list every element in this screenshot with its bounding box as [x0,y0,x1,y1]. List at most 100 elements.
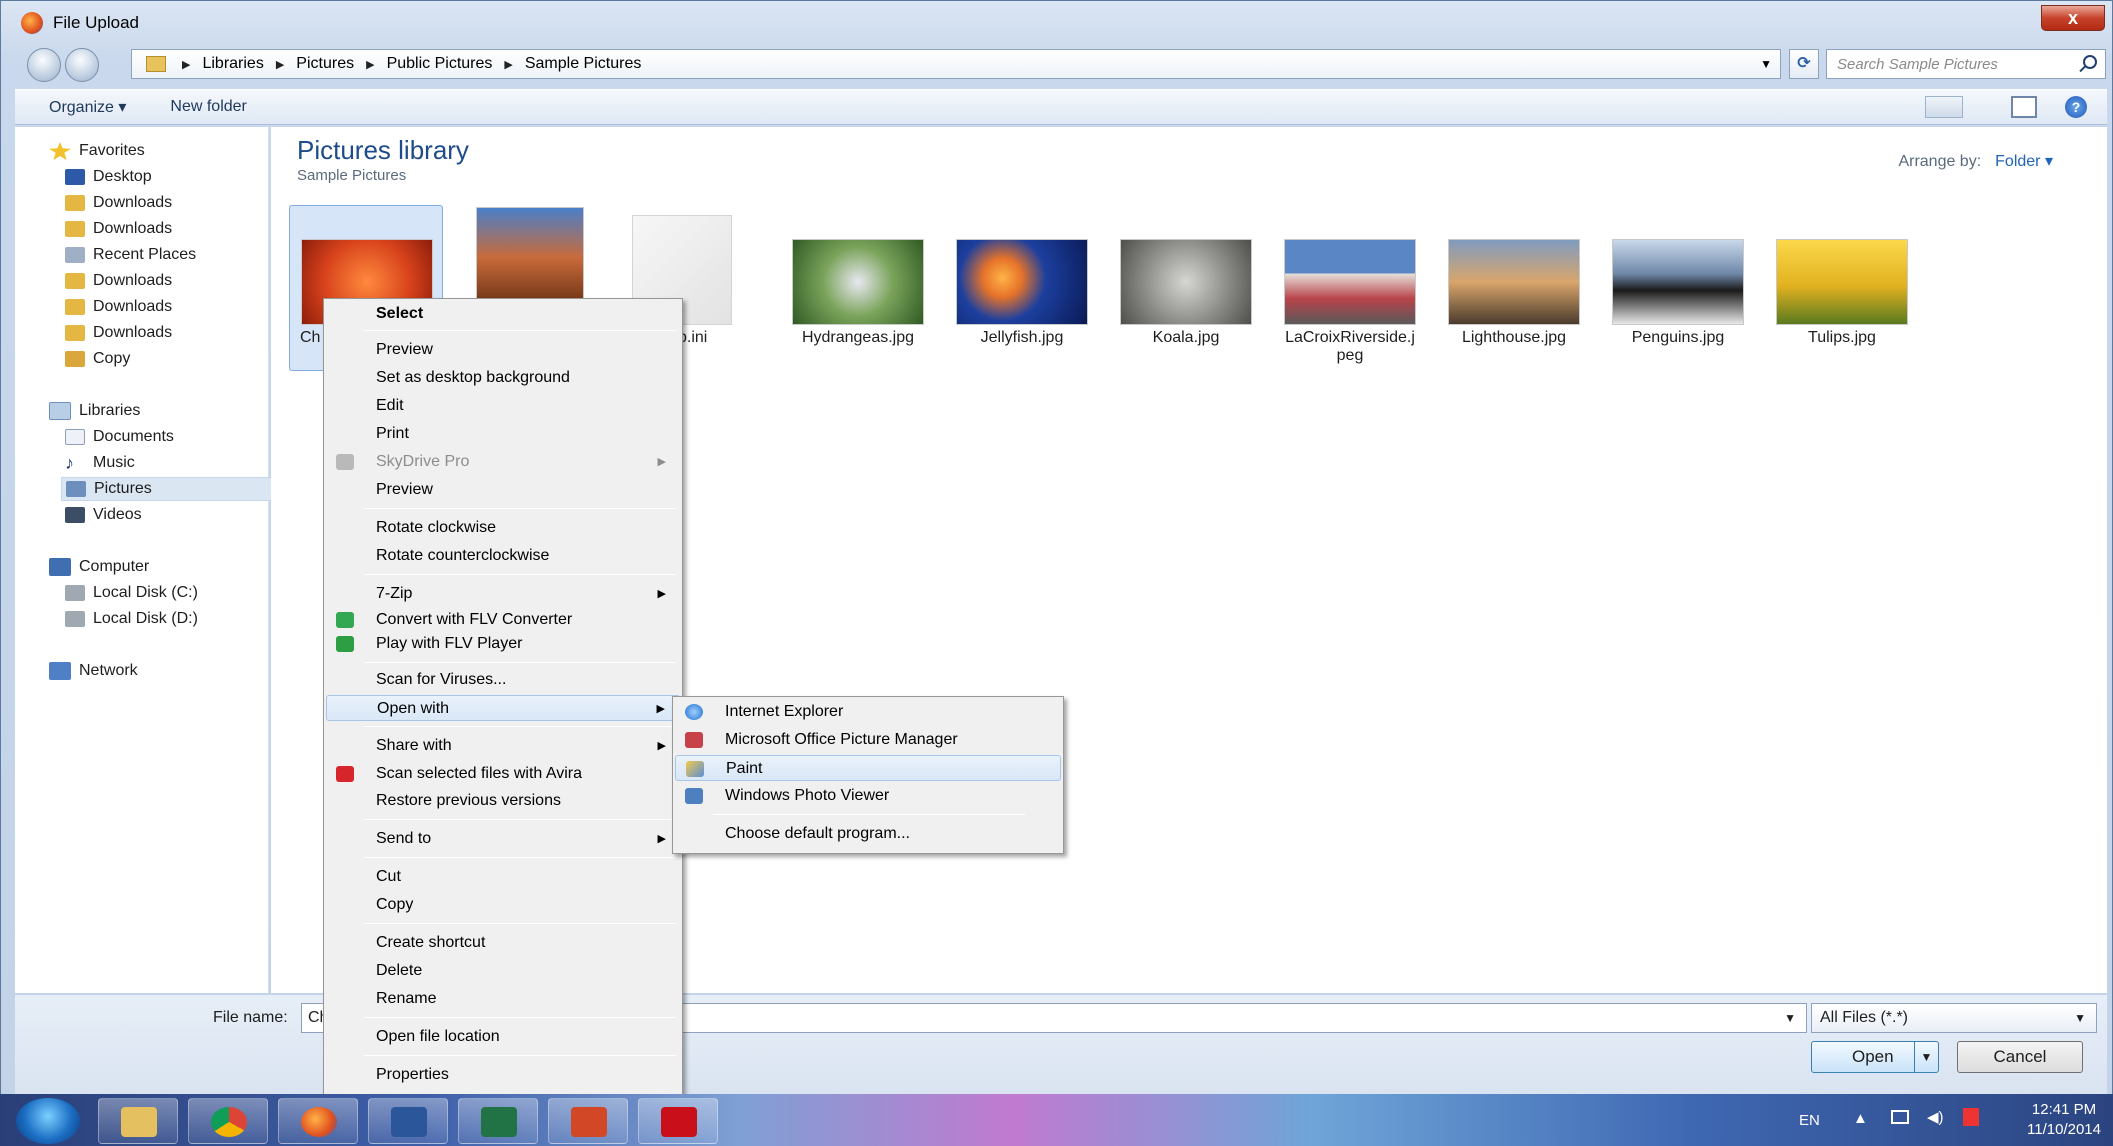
nav-item-music[interactable]: ♪ Music [65,451,305,475]
file-thumbnail[interactable]: LaCroixRiverside.j peg [1275,239,1425,365]
taskbar-word[interactable] [368,1098,448,1144]
volume-icon[interactable]: ◀) [1927,1108,1944,1126]
close-button[interactable]: x [2041,5,2105,31]
breadcrumb-libraries[interactable]: Libraries [202,55,263,73]
nav-computer[interactable]: Computer [49,555,289,579]
preview-pane-icon[interactable] [2011,96,2037,118]
menu-item-restore-previous-versions[interactable]: Restore previous versions [326,788,680,814]
menu-item-set-desktop-background[interactable]: Set as desktop background [326,365,680,391]
address-dropdown-icon[interactable]: ▼ [1760,57,1772,71]
submenu-item-choose-default-program[interactable]: Choose default program... [675,821,1061,847]
menu-item-rotate-clockwise[interactable]: Rotate clockwise [326,515,680,541]
view-options-icon[interactable] [1925,96,1963,118]
file-thumbnail[interactable]: Jellyfish.jpg [947,239,1097,347]
clock[interactable]: 12:41 PM 11/10/2014 [2027,1100,2101,1140]
submenu-item-internet-explorer[interactable]: Internet Explorer [675,699,1061,725]
language-indicator[interactable]: EN [1799,1112,1820,1129]
menu-item-share-with[interactable]: Share with ▶ [326,733,680,759]
cancel-button[interactable]: Cancel [1957,1041,2083,1073]
downloads-folder-icon [65,325,85,341]
menu-item-edit[interactable]: Edit [326,393,680,419]
recent-places-icon [65,247,85,263]
menu-item-preview-2[interactable]: Preview [326,477,680,503]
file-thumbnail[interactable]: Penguins.jpg [1603,239,1753,347]
file-thumbnail[interactable]: Koala.jpg [1111,239,1261,347]
arrange-by-dropdown[interactable]: Folder ▾ [1995,153,2053,170]
menu-item-7zip[interactable]: 7-Zip ▶ [326,581,680,607]
menu-item-send-to[interactable]: Send to ▶ [326,826,680,852]
menu-item-play-flv[interactable]: Play with FLV Player [326,631,680,657]
nav-item-downloads[interactable]: Downloads [65,217,305,241]
search-input[interactable]: Search Sample Pictures [1826,49,2106,79]
nav-item-local-disk-d[interactable]: Local Disk (D:) [65,607,305,631]
open-split-dropdown[interactable]: ▼ [1914,1042,1938,1072]
menu-item-open-with[interactable]: Open with ▶ [326,695,680,721]
help-icon[interactable]: ? [2065,96,2087,118]
open-button[interactable]: Open ▼ [1811,1041,1939,1073]
nav-network[interactable]: Network [49,659,289,683]
menu-item-convert-flv[interactable]: Convert with FLV Converter [326,607,680,633]
libraries-icon [49,402,71,420]
taskbar-explorer[interactable] [98,1098,178,1144]
nav-item-local-disk-c[interactable]: Local Disk (C:) [65,581,305,605]
menu-item-scan-avira[interactable]: Scan selected files with Avira [326,761,680,787]
nav-item-downloads[interactable]: Downloads [65,191,305,215]
breadcrumb-pictures[interactable]: Pictures [296,55,354,73]
breadcrumb-public-pictures[interactable]: Public Pictures [387,55,493,73]
menu-item-print[interactable]: Print [326,421,680,447]
taskbar-chrome[interactable] [188,1098,268,1144]
taskbar-acrobat[interactable] [638,1098,718,1144]
search-icon[interactable] [2083,55,2097,69]
action-center-icon[interactable] [1963,1108,1979,1126]
back-button[interactable] [27,48,61,82]
start-button[interactable] [16,1098,80,1144]
menu-item-skydrive-pro[interactable]: SkyDrive Pro ▶ [326,449,680,475]
breadcrumb-sample-pictures[interactable]: Sample Pictures [525,55,642,73]
forward-button[interactable] [65,48,99,82]
menu-item-preview[interactable]: Preview [326,337,680,363]
menu-item-create-shortcut[interactable]: Create shortcut [326,930,680,956]
refresh-button[interactable]: ⟳ [1789,49,1819,79]
file-thumbnail[interactable] [455,207,605,303]
submenu-item-paint[interactable]: Paint [675,755,1061,781]
nav-item-desktop[interactable]: Desktop [65,165,305,189]
nav-item-downloads[interactable]: Downloads [65,269,305,293]
menu-item-select[interactable]: Select [326,301,680,327]
nav-favorites[interactable]: Favorites [49,139,289,163]
nav-item-copy[interactable]: Copy [65,347,305,371]
nav-item-recent-places[interactable]: Recent Places [65,243,305,267]
menu-item-copy[interactable]: Copy [326,892,680,918]
file-thumbnail[interactable]: Hydrangeas.jpg [783,239,933,347]
file-type-select[interactable]: All Files (*.*) ▼ [1811,1003,2097,1033]
nav-item-pictures[interactable]: Pictures [61,477,281,501]
network-icon [49,662,71,680]
menu-item-cut[interactable]: Cut [326,864,680,890]
nav-libraries[interactable]: Libraries [49,399,289,423]
show-hidden-icons[interactable]: ▲ [1853,1110,1868,1127]
network-tray-icon[interactable] [1891,1110,1909,1124]
menu-item-scan-viruses[interactable]: Scan for Viruses... [326,667,680,693]
menu-item-delete[interactable]: Delete [326,958,680,984]
submenu-item-picture-manager[interactable]: Microsoft Office Picture Manager [675,727,1061,753]
nav-item-documents[interactable]: Documents [65,425,305,449]
file-name-wrap: peg [1336,347,1364,364]
menu-item-open-file-location[interactable]: Open file location [326,1024,680,1050]
submenu-item-photo-viewer[interactable]: Windows Photo Viewer [675,783,1061,809]
chevron-down-icon: ▼ [2074,1011,2086,1025]
address-bar[interactable]: ▶ Libraries ▶ Pictures ▶ Public Pictures… [131,49,1781,79]
taskbar-excel[interactable] [458,1098,538,1144]
file-name: Lighthouse.jpg [1461,329,1567,346]
nav-item-downloads[interactable]: Downloads [65,295,305,319]
menu-item-rotate-counterclockwise[interactable]: Rotate counterclockwise [326,543,680,569]
taskbar-powerpoint[interactable] [548,1098,628,1144]
menu-item-properties[interactable]: Properties [326,1062,680,1088]
file-thumbnail[interactable]: Tulips.jpg [1767,239,1917,347]
nav-item-videos[interactable]: Videos [65,503,305,527]
file-thumbnail[interactable]: Lighthouse.jpg [1439,239,1589,347]
taskbar-firefox[interactable] [278,1098,358,1144]
file-name-dropdown-icon[interactable]: ▼ [1784,1004,1796,1032]
new-folder-button[interactable]: New folder [170,98,246,116]
organize-button[interactable]: Organize ▾ [49,97,126,117]
nav-item-downloads[interactable]: Downloads [65,321,305,345]
menu-item-rename[interactable]: Rename [326,986,680,1012]
